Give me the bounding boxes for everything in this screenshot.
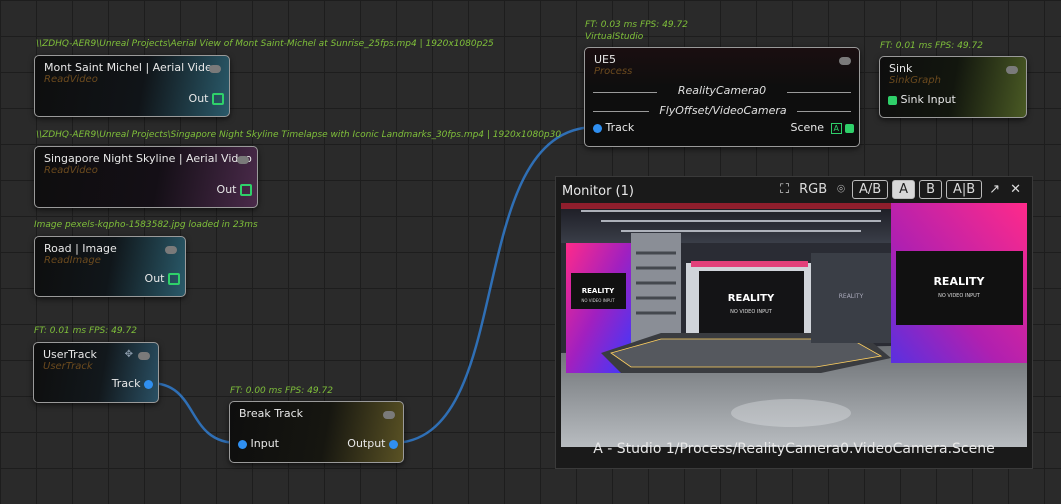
ab-toggle-button[interactable]: A/B (851, 180, 889, 199)
monitor-title: Monitor (1) (562, 184, 634, 199)
track-in-pin-icon[interactable] (238, 439, 247, 449)
toggle-icon[interactable] (237, 156, 249, 164)
port-label: Track (111, 377, 141, 390)
port-label: Out (144, 272, 165, 285)
gamepad-icon[interactable]: ✥ (125, 349, 133, 360)
wire-usertrack-to-breaktrack (149, 381, 239, 445)
node-title: Mont Saint Michel | Aerial Video (44, 61, 219, 74)
node-mont-saint-michel[interactable]: Mont Saint Michel | Aerial Video ReadVid… (34, 55, 230, 117)
video-out-pin-icon[interactable] (212, 93, 224, 105)
right-screen-brand: REALITY (933, 275, 985, 288)
road-load-status: Image pexels-kqpho-1583582.jpg loaded in… (34, 220, 258, 230)
singapore-file-path: \\ZDHQ-AER9\Unreal Projects\Singapore Ni… (36, 130, 562, 140)
track-out-pin-icon[interactable] (389, 439, 398, 449)
node-usertrack[interactable]: UserTrack UserTrack ✥ Track (33, 342, 159, 403)
node-break-track[interactable]: Break Track Input Output (229, 401, 404, 463)
rgb-button[interactable]: RGB (796, 181, 830, 198)
close-icon[interactable]: ✕ (1007, 181, 1024, 198)
port-label: Out (216, 183, 237, 196)
video-out-pin-icon[interactable] (240, 184, 252, 196)
port-label: Input (250, 437, 279, 450)
track-out-pin-icon[interactable] (144, 379, 153, 389)
center-screen-brand: REALITY (728, 293, 775, 304)
input-port[interactable]: Sink Input (888, 93, 956, 106)
channel-b-button[interactable]: B (919, 180, 942, 199)
port-label: Output (347, 437, 386, 450)
monitor-viewport[interactable]: REALITY NO VIDEO INPUT REALITY NO VIDEO … (561, 203, 1027, 447)
monitor-toolbar: ⛶ RGB ⌾ A/B A B A|B ↗ ✕ (777, 180, 1024, 199)
camera-label: RealityCamera0 (657, 84, 787, 97)
output-port[interactable]: Output (347, 437, 398, 450)
toggle-icon[interactable] (209, 65, 221, 73)
far-screen-brand: REALITY (839, 293, 864, 300)
monitor-caption: A - Studio 1/Process/RealityCamera0.Vide… (593, 441, 995, 457)
split-ab-button[interactable]: A|B (945, 180, 983, 199)
studio-render-image: REALITY NO VIDEO INPUT REALITY NO VIDEO … (561, 203, 1027, 447)
node-type: ReadVideo (44, 165, 98, 176)
node-title: Break Track (239, 407, 303, 420)
port-label: Track (605, 121, 635, 134)
node-title: Road | Image (44, 242, 117, 255)
output-port[interactable]: Out (145, 272, 180, 285)
scene-out-pin-icon[interactable] (845, 123, 854, 133)
toggle-icon[interactable] (383, 411, 395, 419)
output-port[interactable]: Out (189, 92, 224, 105)
track-in-pin-icon[interactable] (593, 123, 602, 133)
camera-path-label: FlyOffset/VideoCamera (649, 104, 797, 117)
fit-frame-icon[interactable]: ⛶ (777, 181, 792, 198)
scene-in-pin-icon[interactable] (888, 95, 897, 105)
output-port[interactable]: Out (217, 183, 252, 196)
scene-badge: A (830, 123, 842, 134)
node-type: UserTrack (43, 361, 93, 372)
usertrack-stats: FT: 0.01 ms FPS: 49.72 (34, 326, 137, 336)
channel-a-button[interactable]: A (892, 180, 916, 199)
mont-file-path: \\ZDHQ-AER9\Unreal Projects\Aerial View … (36, 39, 494, 49)
node-title: Sink (889, 62, 913, 75)
port-label: Sink Input (900, 93, 956, 106)
sink-stats: FT: 0.01 ms FPS: 49.72 (880, 41, 983, 51)
center-screen-sub: NO VIDEO INPUT (730, 309, 773, 315)
port-label: Out (188, 92, 209, 105)
node-type: ReadVideo (44, 74, 98, 85)
node-road-image[interactable]: Road | Image ReadImage Out (34, 236, 186, 297)
node-type: ReadImage (44, 255, 101, 266)
toggle-icon[interactable] (165, 246, 177, 254)
node-singapore-skyline[interactable]: Singapore Night Skyline | Aerial Video R… (34, 146, 258, 208)
monitor-panel[interactable]: Monitor (1) ⛶ RGB ⌾ A/B A B A|B ↗ ✕ REAL… (555, 176, 1033, 469)
input-port[interactable]: Input (238, 437, 279, 450)
node-type: Process (594, 66, 633, 77)
node-sink[interactable]: Sink SinkGraph Sink Input (879, 56, 1027, 118)
output-port[interactable]: Track (112, 377, 153, 390)
focus-icon[interactable]: ⌾ (834, 181, 848, 198)
node-type: SinkGraph (889, 75, 941, 86)
video-out-pin-icon[interactable] (168, 273, 180, 285)
left-screen-sub: NO VIDEO INPUT (581, 298, 615, 303)
port-label: Scene (790, 121, 825, 134)
input-port[interactable]: Track (593, 121, 634, 134)
left-screen-brand: REALITY (582, 287, 615, 295)
popout-icon[interactable]: ↗ (986, 181, 1003, 198)
toggle-icon[interactable] (138, 352, 150, 360)
node-title: Singapore Night Skyline | Aerial Video (44, 152, 252, 165)
breaktrack-stats: FT: 0.00 ms FPS: 49.72 (230, 386, 333, 396)
ue5-group: VirtualStudio (585, 32, 644, 42)
node-ue5[interactable]: UE5 Process RealityCamera0 FlyOffset/Vid… (584, 47, 860, 147)
node-title: UserTrack (43, 348, 97, 361)
toggle-icon[interactable] (1006, 66, 1018, 74)
output-port[interactable]: Scene A (790, 121, 854, 134)
ue5-stats: FT: 0.03 ms FPS: 49.72 (585, 20, 688, 30)
right-screen-sub: NO VIDEO INPUT (938, 293, 981, 299)
node-title: UE5 (594, 53, 616, 66)
toggle-icon[interactable] (839, 57, 851, 65)
